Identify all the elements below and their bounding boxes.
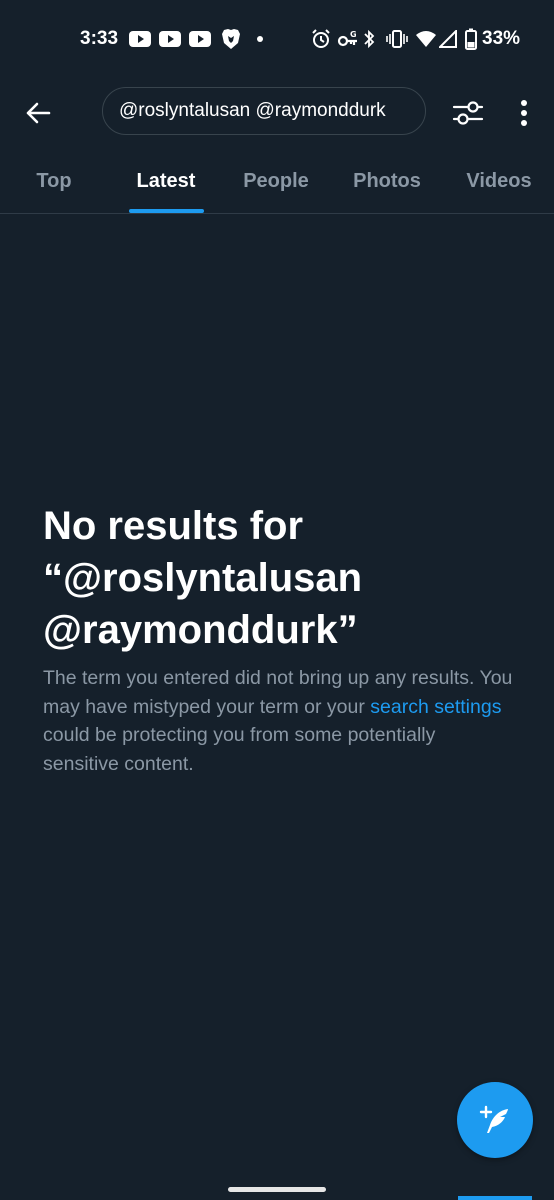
no-results-description: The term you entered did not bring up an… — [43, 664, 513, 778]
no-results-title: No results for “@roslyntalusan @raymondd… — [43, 504, 363, 652]
tab-label: Top — [36, 169, 72, 192]
more-vertical-icon — [521, 100, 527, 126]
compose-tweet-button[interactable] — [457, 1082, 533, 1158]
youtube-icon — [129, 31, 151, 47]
sliders-icon — [452, 101, 484, 125]
tab-photos[interactable]: Photos — [334, 148, 440, 214]
vpn-key-icon: G — [336, 28, 360, 50]
search-input[interactable]: @roslyntalusan @raymonddurk — [102, 87, 426, 135]
youtube-icon — [189, 31, 211, 47]
active-tab-indicator — [129, 209, 204, 213]
search-query-text: @roslyntalusan @raymonddurk — [119, 100, 386, 121]
search-header: @roslyntalusan @raymonddurk — [0, 78, 554, 148]
battery-icon — [464, 28, 478, 50]
bluetooth-icon — [362, 28, 376, 50]
tab-latest[interactable]: Latest — [108, 148, 224, 214]
tab-label: People — [243, 169, 309, 192]
signal-icon — [438, 28, 458, 50]
description-text: could be protecting you from some potent… — [43, 724, 436, 775]
wifi-icon — [414, 28, 438, 50]
gesture-nav-handle[interactable] — [228, 1187, 326, 1192]
youtube-icon — [159, 31, 181, 47]
back-button[interactable] — [16, 91, 60, 135]
status-bar: 3:33 G 33% — [0, 0, 554, 78]
alarm-icon — [310, 28, 332, 50]
vibrate-icon — [386, 28, 408, 50]
tab-label: Photos — [353, 169, 421, 192]
search-tabs: Top Latest People Photos Videos — [0, 148, 554, 214]
tab-label: Videos — [466, 169, 532, 192]
bottom-accent-strip — [458, 1196, 532, 1200]
tab-label: Latest — [136, 169, 196, 192]
tab-people[interactable]: People — [224, 148, 328, 214]
brave-icon — [220, 28, 242, 50]
search-settings-link[interactable]: search settings — [370, 696, 501, 718]
search-filter-button[interactable] — [446, 91, 490, 135]
tab-videos[interactable]: Videos — [448, 148, 550, 214]
more-options-button[interactable] — [502, 91, 546, 135]
arrow-left-icon — [26, 102, 51, 124]
dot-icon — [256, 28, 264, 50]
status-time: 3:33 — [80, 28, 119, 49]
svg-text:G: G — [350, 30, 357, 39]
compose-feather-icon — [479, 1105, 508, 1133]
tab-top[interactable]: Top — [0, 148, 108, 214]
battery-percentage: 33% — [482, 28, 521, 49]
no-results-message: No results for “@roslyntalusan @raymondd… — [43, 500, 513, 778]
